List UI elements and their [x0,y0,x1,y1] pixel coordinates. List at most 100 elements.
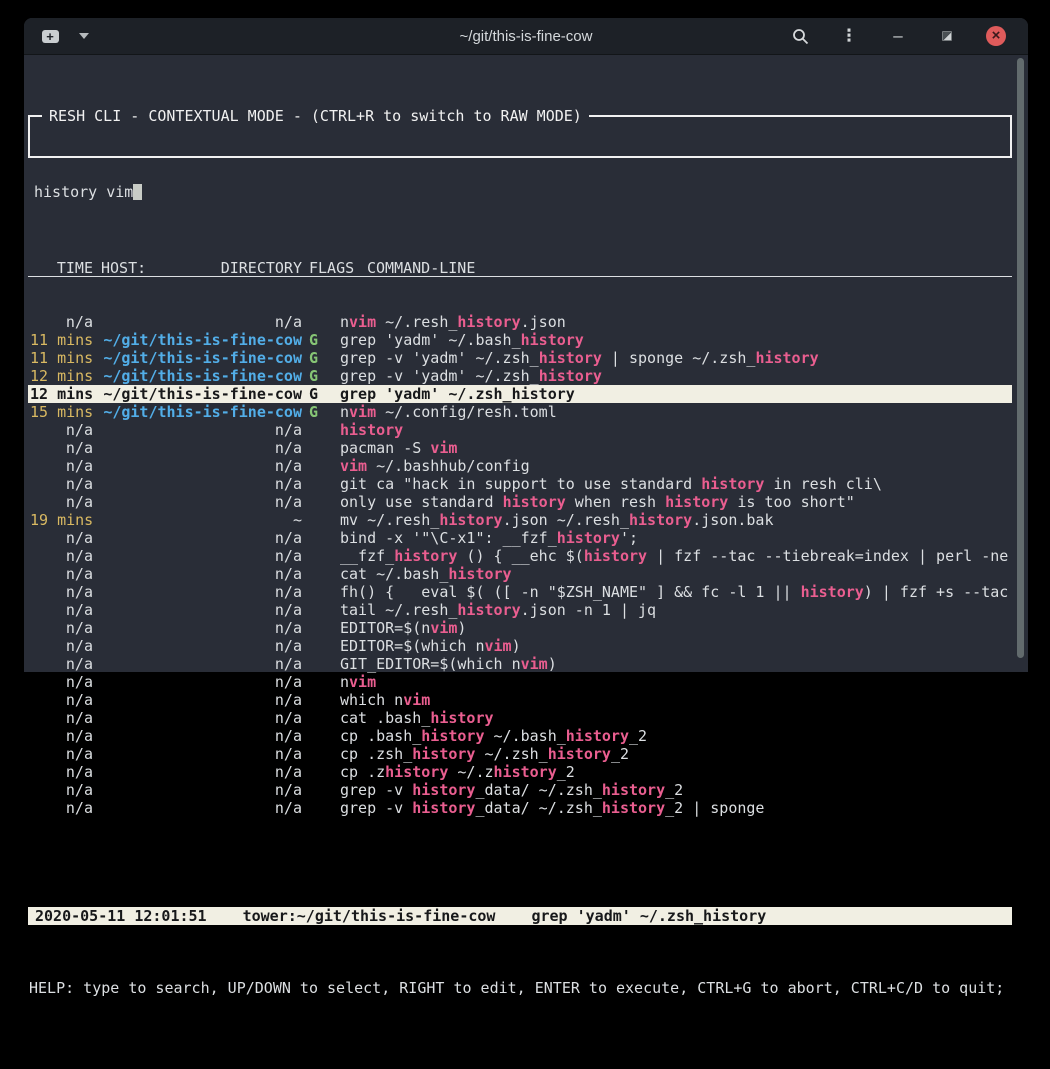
search-button[interactable] [790,24,810,48]
menu-button[interactable]: ⋮ [839,24,859,48]
minimize-button[interactable]: – [888,24,908,48]
row-flags [302,547,333,565]
row-directory: n/a [101,799,302,817]
table-row[interactable]: n/a n/a EDITOR=$(which nvim) [28,637,1012,655]
row-flags [302,565,333,583]
table-row[interactable]: n/a n/a git ca "hack in support to use s… [28,475,1012,493]
table-row[interactable]: 12 mins ~/git/this-is-fine-cow G grep 'y… [28,385,1012,403]
row-command: __fzf_history () { __ehc $(history | fzf… [333,547,1012,565]
row-flags: G [302,331,333,349]
header-command-line: COMMAND-LINE [333,259,1012,276]
row-command: cp .bash_history ~/.bash_history_2 [333,727,1012,745]
table-row[interactable]: 12 mins ~/git/this-is-fine-cow G grep -v… [28,367,1012,385]
table-row[interactable]: 19 mins ~ mv ~/.resh_history.json ~/.res… [28,511,1012,529]
row-directory: n/a [101,619,302,637]
row-directory: ~/git/this-is-fine-cow [101,385,302,403]
table-row[interactable]: n/a n/a fh() { eval $( ([ -n "$ZSH_NAME"… [28,583,1012,601]
match-highlight: history [566,727,629,745]
help-line: HELP: type to search, UP/DOWN to select,… [28,979,1028,997]
table-row[interactable]: n/a n/a cp .zhistory ~/.zhistory_2 [28,763,1012,781]
match-highlight: history [439,511,502,529]
table-row[interactable]: n/a n/a EDITOR=$(nvim) [28,619,1012,637]
table-row[interactable]: n/a n/a pacman -S vim [28,439,1012,457]
table-row[interactable]: n/a n/a nvim [28,673,1012,691]
match-highlight: history [394,547,457,565]
table-row[interactable]: n/a n/a tail ~/.resh_history.json -n 1 |… [28,601,1012,619]
row-directory: n/a [101,763,302,781]
table-row[interactable]: n/a n/a only use standard history when r… [28,493,1012,511]
profile-dropdown-button[interactable] [74,24,94,48]
row-time: 11 mins [30,349,93,367]
table-row[interactable]: n/a n/a GIT_EDITOR=$(which nvim) [28,655,1012,673]
status-gap [207,907,243,925]
search-icon [792,28,809,45]
close-button[interactable]: × [986,26,1006,46]
table-row[interactable]: n/a n/a grep -v history_data/ ~/.zsh_his… [28,799,1012,817]
row-command: grep -v history_data/ ~/.zsh_history_2 [333,781,1012,799]
row-time: n/a [30,529,93,547]
search-box[interactable]: RESH CLI - CONTEXTUAL MODE - (CTRL+R to … [28,115,1012,158]
table-row[interactable]: n/a n/a bind -x '"\C-x1": __fzf_history'… [28,529,1012,547]
match-highlight: history [457,313,520,331]
row-flags [302,727,333,745]
restore-button[interactable] [937,24,957,48]
row-flags [302,781,333,799]
row-time: n/a [30,565,93,583]
row-time: n/a [30,763,93,781]
close-icon: × [992,28,1001,43]
table-row[interactable]: n/a n/a cat .bash_history [28,709,1012,727]
table-row[interactable]: n/a n/a vim ~/.bashhub/config [28,457,1012,475]
match-highlight: history [412,781,475,799]
table-row[interactable]: n/a n/a nvim ~/.resh_history.json [28,313,1012,331]
table-row[interactable]: n/a n/a grep -v history_data/ ~/.zsh_his… [28,781,1012,799]
row-flags [302,475,333,493]
row-directory: n/a [101,493,302,511]
row-directory: n/a [101,601,302,619]
row-directory: n/a [101,709,302,727]
row-flags [302,655,333,673]
table-row[interactable]: n/a n/a which nvim [28,691,1012,709]
chevron-down-icon [79,33,89,39]
row-time: n/a [30,655,93,673]
table-row[interactable]: 11 mins ~/git/this-is-fine-cow G grep -v… [28,349,1012,367]
match-highlight: history [602,781,665,799]
table-row[interactable]: n/a n/a cp .zsh_history ~/.zsh_history_2 [28,745,1012,763]
match-highlight: vim [349,403,376,421]
row-command: which nvim [333,691,1012,709]
scrollbar-thumb[interactable] [1017,58,1024,658]
match-highlight: history [755,349,818,367]
row-time: 15 mins [30,403,93,421]
row-flags: G [302,367,333,385]
table-row[interactable]: n/a n/a __fzf_history () { __ehc $(histo… [28,547,1012,565]
row-time: n/a [30,493,93,511]
table-header: TIME HOST:DIRECTORY FLAGS COMMAND-LINE [28,259,1012,277]
row-flags [302,619,333,637]
match-highlight: vim [485,637,512,655]
row-directory: n/a [101,421,302,439]
table-row[interactable]: n/a n/a cp .bash_history ~/.bash_history… [28,727,1012,745]
match-highlight: vim [521,655,548,673]
match-highlight: history [385,763,448,781]
row-directory: ~/git/this-is-fine-cow [101,403,302,421]
table-row[interactable]: n/a n/a history [28,421,1012,439]
match-highlight: history [457,601,520,619]
match-highlight: vim [403,691,430,709]
table-row[interactable]: 11 mins ~/git/this-is-fine-cow G grep 'y… [28,331,1012,349]
match-highlight: history [584,547,647,565]
history-table: TIME HOST:DIRECTORY FLAGS COMMAND-LINE n… [28,223,1012,853]
row-time: n/a [30,673,93,691]
match-highlight: vim [430,439,457,457]
header-flags: FLAGS [302,259,333,276]
row-time: n/a [30,457,93,475]
row-directory: n/a [101,727,302,745]
table-row[interactable]: 15 mins ~/git/this-is-fine-cow G nvim ~/… [28,403,1012,421]
row-command: history [333,421,1012,439]
new-tab-button[interactable]: + [40,24,60,48]
row-directory: ~ [101,511,302,529]
status-gap [495,907,531,925]
table-row[interactable]: n/a n/a cat ~/.bash_history [28,565,1012,583]
restore-icon [942,31,952,41]
row-directory: n/a [101,313,302,331]
text-cursor [133,184,142,200]
search-input[interactable]: history vim [30,171,1010,201]
